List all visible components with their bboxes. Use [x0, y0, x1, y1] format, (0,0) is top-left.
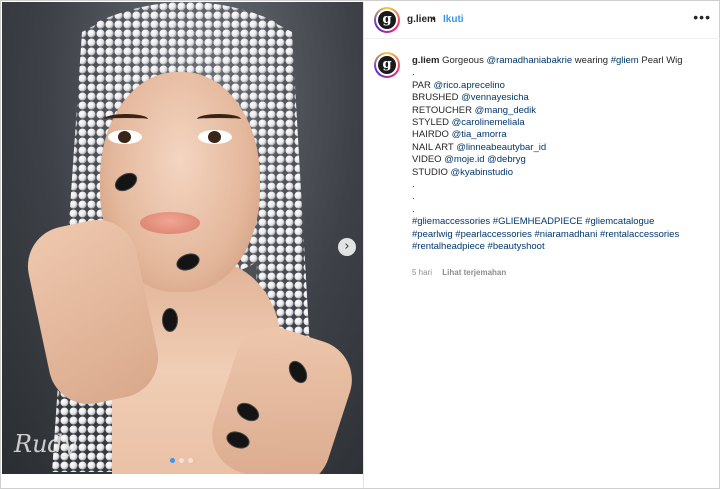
credit-label: STYLED: [412, 117, 452, 129]
see-translation-link[interactable]: Lihat terjemahan: [442, 268, 506, 277]
mention-link[interactable]: @moje.id @debryg: [444, 154, 526, 165]
carousel-dot: [188, 458, 193, 463]
chevron-right-icon[interactable]: ›: [338, 238, 356, 256]
caption-username[interactable]: g.liem: [412, 55, 439, 66]
caption-dot: .: [412, 203, 415, 215]
post-header: g g.liem • Ikuti •••: [364, 2, 720, 39]
right-eyebrow: [197, 114, 241, 124]
hashtag-line[interactable]: #pearlwig #pearlaccessories #niaramadhan…: [412, 229, 712, 241]
mention-link[interactable]: @carolinemeliala: [452, 117, 525, 128]
photographer-signature: Rudy: [14, 430, 77, 458]
caption-dot: .: [412, 179, 415, 191]
caption-dot: .: [412, 67, 415, 79]
lips: [140, 212, 200, 234]
credit-label: STUDIO: [412, 166, 451, 178]
caption-line: g.liem Gorgeous @ramadhaniabakrie wearin…: [412, 55, 712, 67]
more-dots-icon[interactable]: •••: [693, 9, 711, 25]
credit-label: BRUSHED: [412, 92, 462, 104]
credit-line: STUDIO @kyabinstudio: [412, 167, 712, 179]
mention-link[interactable]: @linneabeautybar_id: [456, 142, 546, 153]
caption-avatar[interactable]: g: [374, 52, 400, 78]
mention-link[interactable]: @kyabinstudio: [451, 167, 513, 178]
separator-dot: •: [432, 14, 436, 25]
mention-link[interactable]: @tia_amorra: [452, 129, 507, 140]
right-eye: [198, 130, 232, 144]
caption-text: wearing: [572, 55, 611, 66]
credit-label: VIDEO: [412, 154, 445, 166]
credit-label: PAR: [412, 79, 434, 91]
mention-link[interactable]: @rico.aprecelino: [433, 80, 504, 91]
credit-line: BRUSHED @vennayesicha: [412, 92, 712, 104]
carousel-indicator: [170, 458, 193, 463]
credit-line: HAIRDO @tia_amorra: [412, 129, 712, 141]
post-photo[interactable]: Rudy ›: [2, 2, 363, 474]
left-eyebrow: [104, 114, 148, 124]
avatar[interactable]: g: [374, 7, 400, 33]
credit-label: RETOUCHER: [412, 104, 475, 116]
left-eye: [108, 130, 142, 144]
credit-line: PAR @rico.aprecelino: [412, 80, 712, 92]
instagram-post: Rudy › g g.liem • Ikuti ••• g g.liem Gor…: [0, 0, 720, 489]
credit-line: VIDEO @moje.id @debryg: [412, 154, 712, 166]
hashtag-line[interactable]: #gliemaccessories #GLIEMHEADPIECE #gliem…: [412, 216, 712, 228]
mention-link[interactable]: @ramadhaniabakrie: [486, 55, 572, 66]
post-meta: 5 hari Lihat terjemahan: [412, 268, 506, 277]
credit-line: STYLED @carolinemeliala: [412, 117, 712, 129]
carousel-dot: [170, 458, 175, 463]
follow-button[interactable]: Ikuti: [443, 14, 464, 25]
mention-link[interactable]: @mang_dedik: [475, 105, 536, 116]
carousel-dot: [179, 458, 184, 463]
caption-text: Pearl Wig: [638, 55, 683, 66]
post-time[interactable]: 5 hari: [412, 268, 432, 277]
post-sidebar: g g.liem • Ikuti ••• g g.liem Gorgeous @…: [363, 2, 720, 488]
credit-label: NAIL ART: [412, 141, 457, 153]
mention-link[interactable]: @vennayesicha: [461, 92, 529, 103]
hashtag-line[interactable]: #rentalheadpiece #beautyshoot: [412, 241, 712, 253]
post-caption: g.liem Gorgeous @ramadhaniabakrie wearin…: [412, 55, 712, 254]
credit-line: NAIL ART @linneabeautybar_id: [412, 142, 712, 154]
caption-text: Gorgeous: [442, 55, 487, 66]
caption-dot: .: [412, 191, 415, 203]
credit-line: RETOUCHER @mang_dedik: [412, 105, 712, 117]
hashtag-link[interactable]: #gliem: [611, 55, 639, 66]
nail: [162, 308, 178, 332]
credit-label: HAIRDO: [412, 129, 452, 141]
